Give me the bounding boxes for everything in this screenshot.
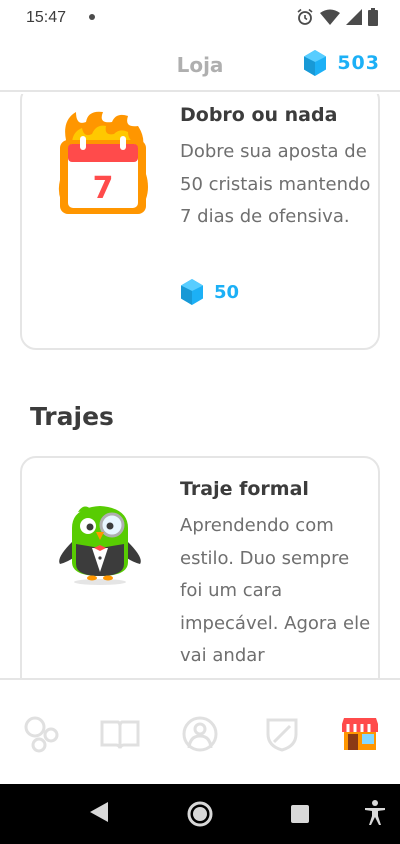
system-navigation-bar xyxy=(0,784,400,844)
nav-shop[interactable] xyxy=(340,714,380,754)
status-bar: 15:47 xyxy=(0,0,400,36)
status-time: 15:47 xyxy=(26,9,67,26)
recents-icon[interactable] xyxy=(290,804,310,824)
book-icon xyxy=(100,720,140,749)
accessibility-icon[interactable] xyxy=(364,800,386,826)
calendar-number: 7 xyxy=(93,171,114,206)
shop-content[interactable]: 7 Dobro ou nada Dobre sua aposta de 50 c… xyxy=(0,94,400,678)
status-icons xyxy=(296,8,378,26)
profile-icon xyxy=(182,716,218,752)
section-heading-outfits: Trajes xyxy=(30,402,114,431)
item-description: Dobre sua aposta de 50 cristais mantendo… xyxy=(180,141,371,227)
nav-profile[interactable] xyxy=(180,714,220,754)
price-value: 50 xyxy=(214,281,240,303)
nav-stories[interactable] xyxy=(100,714,140,754)
home-icon[interactable] xyxy=(186,800,214,828)
gem-count: 503 xyxy=(337,52,380,74)
shop-item-double-or-nothing[interactable]: 7 Dobro ou nada Dobre sua aposta de 50 c… xyxy=(20,94,380,350)
shop-header: Loja 503 xyxy=(0,36,400,92)
gem-balance[interactable]: 503 xyxy=(303,49,380,77)
item-price[interactable]: 50 xyxy=(180,278,239,306)
nav-leagues[interactable] xyxy=(262,714,302,754)
bottom-navigation xyxy=(0,678,400,784)
learn-bubbles-icon xyxy=(24,716,59,753)
wifi-icon xyxy=(320,9,340,25)
gem-icon xyxy=(304,50,327,76)
nav-learn[interactable] xyxy=(22,714,62,754)
item-title: Dobro ou nada xyxy=(180,104,338,126)
back-icon[interactable] xyxy=(88,800,110,824)
duo-formal-outfit-icon xyxy=(59,506,141,585)
alarm-icon xyxy=(297,8,313,25)
item-description: Aprendendo com estilo. Duo sempre foi um… xyxy=(180,515,371,666)
gem-icon xyxy=(181,279,203,305)
battery-icon xyxy=(368,8,378,26)
shop-item-formal-outfit[interactable]: Traje formal Aprendendo com estilo. Duo … xyxy=(20,456,380,678)
fire-calendar-icon: 7 xyxy=(58,111,148,214)
notification-dot-icon xyxy=(89,14,95,20)
signal-icon xyxy=(346,9,362,25)
shield-icon xyxy=(266,718,298,752)
shop-icon xyxy=(342,718,378,750)
item-title: Traje formal xyxy=(180,478,309,500)
